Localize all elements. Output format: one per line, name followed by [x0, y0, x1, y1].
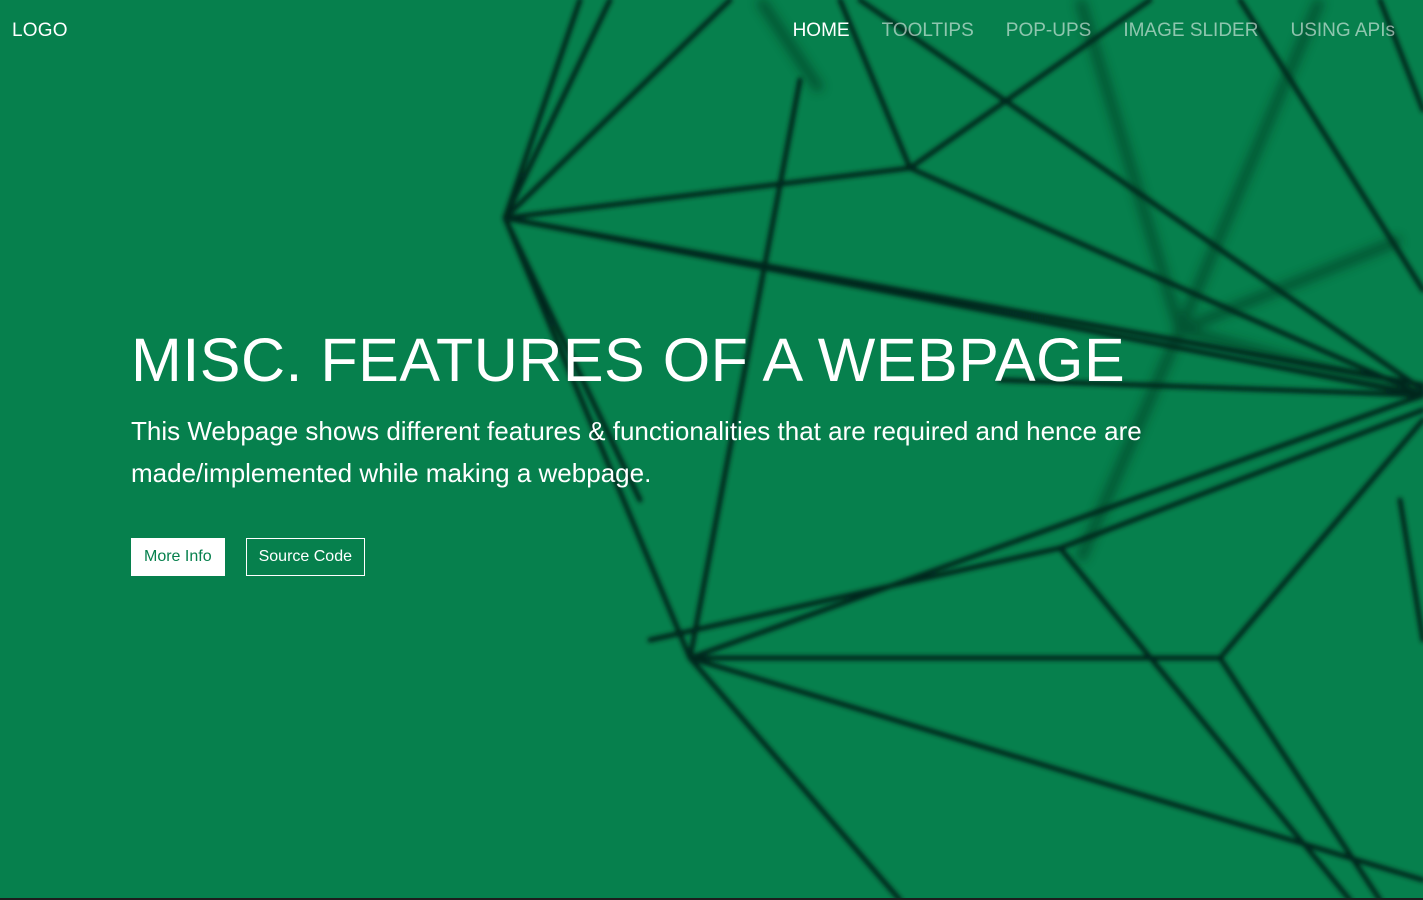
hero-buttons: More Info Source Code — [131, 538, 1191, 576]
more-info-button[interactable]: More Info — [131, 538, 225, 576]
hero-content: MISC. FEATURES OF A WEBPAGE This Webpage… — [131, 322, 1191, 576]
page-subtitle: This Webpage shows different features & … — [131, 416, 1142, 488]
navbar: LOGO HOME TOOLTIPS POP-UPS IMAGE SLIDER … — [0, 0, 1423, 64]
nav-links: HOME TOOLTIPS POP-UPS IMAGE SLIDER USING… — [793, 20, 1395, 42]
source-code-button[interactable]: Source Code — [245, 538, 365, 576]
nav-item-using-apis[interactable]: USING APIs — [1290, 20, 1395, 42]
logo[interactable]: LOGO — [12, 20, 68, 42]
nav-item-home[interactable]: HOME — [793, 20, 850, 42]
page-title: MISC. FEATURES OF A WEBPAGE — [131, 326, 1126, 394]
nav-item-pop-ups[interactable]: POP-UPS — [1006, 20, 1092, 42]
hero-section: LOGO HOME TOOLTIPS POP-UPS IMAGE SLIDER … — [0, 0, 1423, 900]
nav-item-tooltips[interactable]: TOOLTIPS — [882, 20, 974, 42]
nav-item-image-slider[interactable]: IMAGE SLIDER — [1123, 20, 1258, 42]
